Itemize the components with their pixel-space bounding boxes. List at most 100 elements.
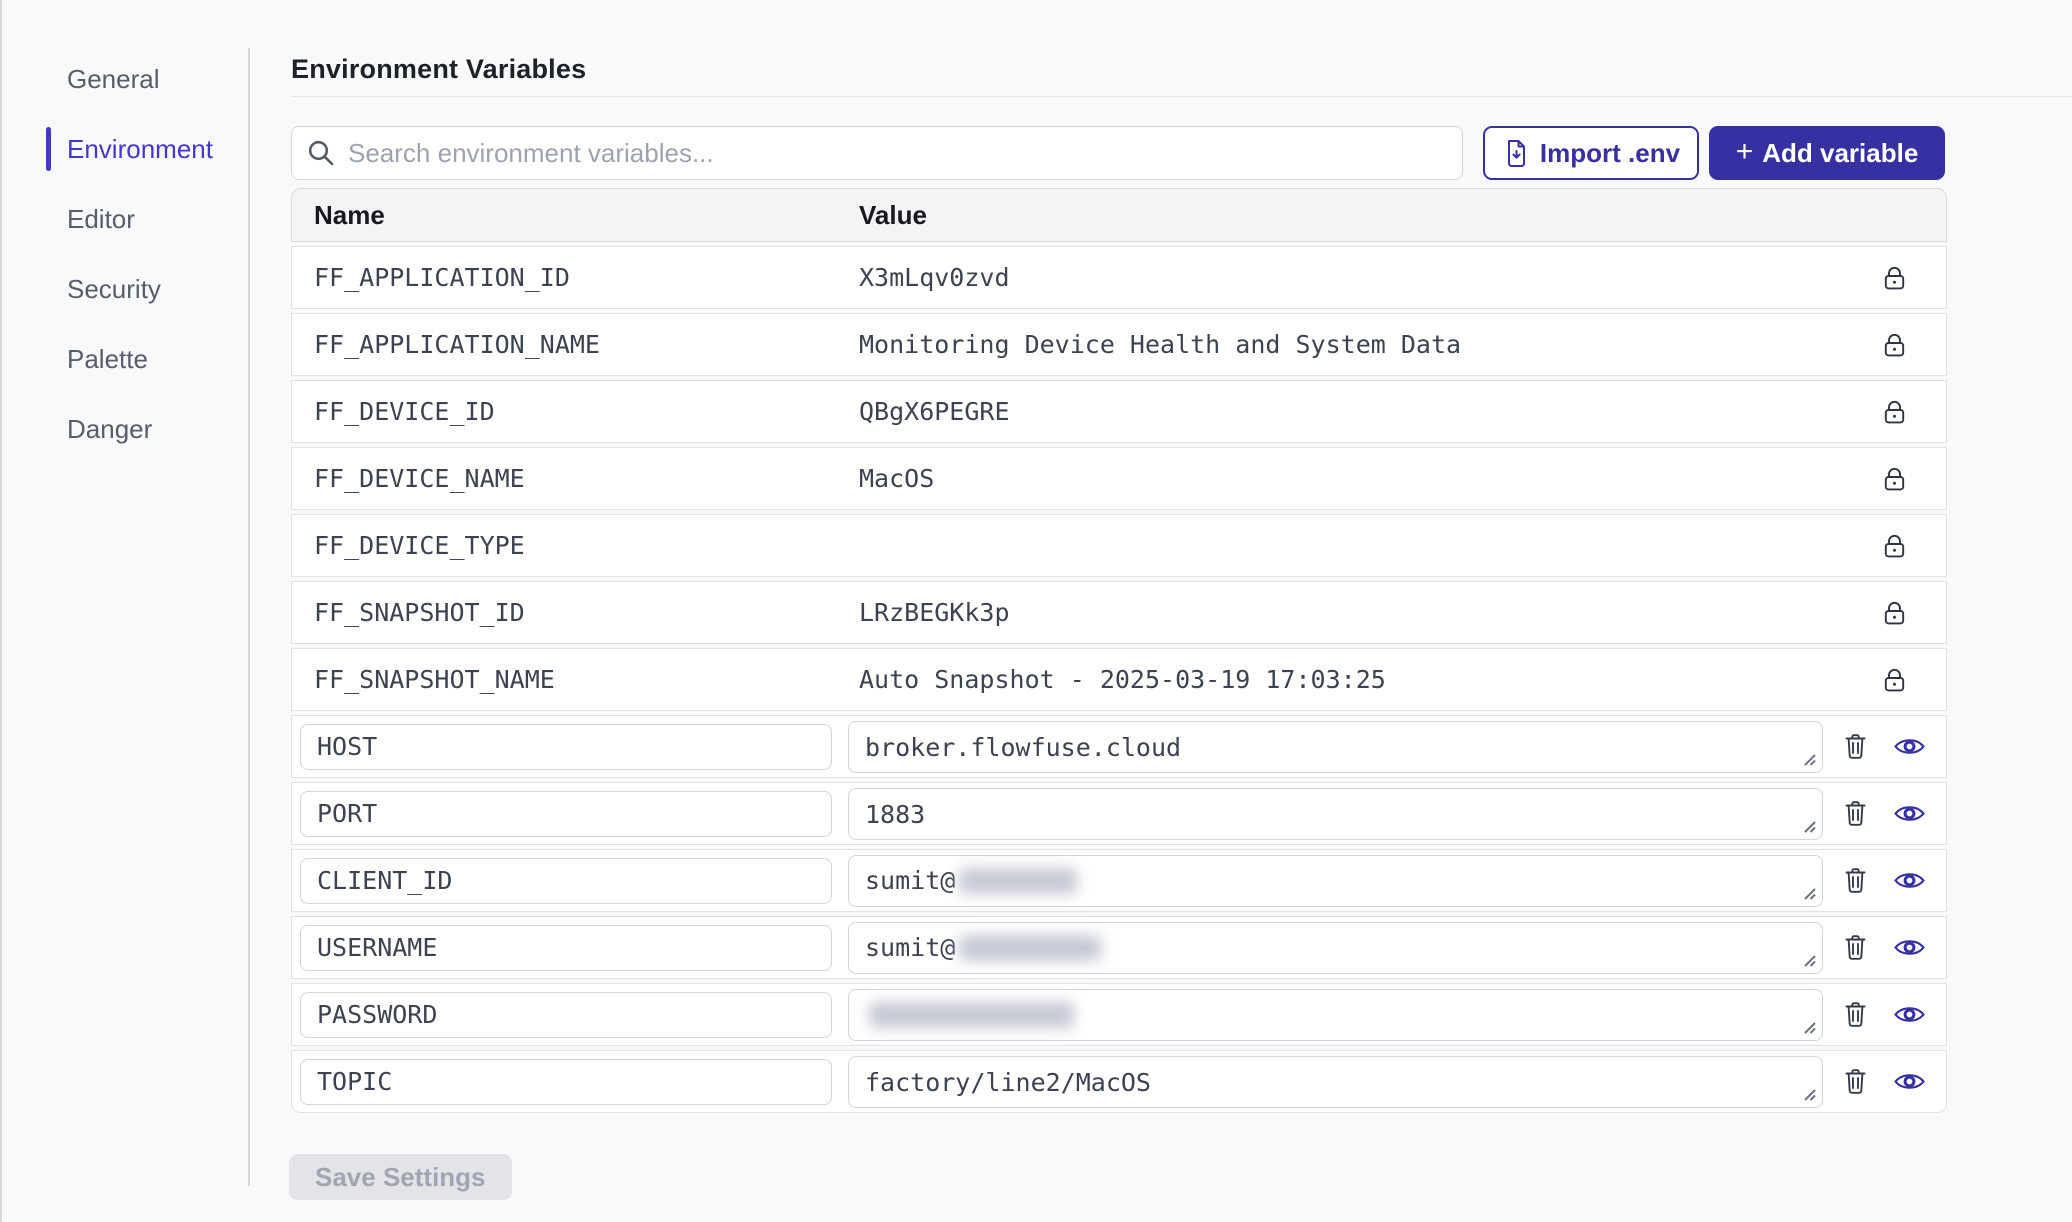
plus-icon: +: [1736, 137, 1754, 167]
env-var-value-input[interactable]: [848, 788, 1823, 840]
sidebar-item-security[interactable]: Security: [46, 254, 246, 324]
column-header-value: Value: [859, 200, 927, 231]
sidebar-item-palette[interactable]: Palette: [46, 324, 246, 394]
import-env-label: Import .env: [1540, 138, 1680, 169]
delete-variable-button[interactable]: [1839, 728, 1872, 765]
env-var-row-editable: [291, 782, 1947, 845]
row-actions: [1823, 728, 1946, 765]
toggle-visibility-button[interactable]: [1889, 999, 1930, 1030]
env-var-value-wrap: sumit@: [848, 922, 1823, 974]
env-var-name-input[interactable]: [300, 1059, 832, 1105]
env-var-value: MacOS: [859, 464, 1842, 493]
resize-handle-icon[interactable]: [1801, 751, 1818, 768]
env-var-row-locked: FF_APPLICATION_NAME Monitoring Device He…: [291, 313, 1947, 376]
sidebar-item-label: Editor: [67, 204, 135, 235]
env-var-row-editable: sumit@: [291, 849, 1947, 912]
env-var-value-input[interactable]: [848, 922, 1823, 974]
env-var-name-input[interactable]: [300, 724, 832, 770]
env-var-value-wrap: [848, 1056, 1823, 1108]
env-var-name-input[interactable]: [300, 992, 832, 1038]
env-var-name: FF_SNAPSHOT_ID: [314, 598, 859, 627]
import-env-button[interactable]: Import .env: [1483, 126, 1699, 180]
page-title: Environment Variables: [291, 54, 586, 85]
lock-icon: [1842, 465, 1946, 493]
env-var-value-input[interactable]: [848, 1056, 1823, 1108]
env-var-name-input[interactable]: [300, 925, 832, 971]
delete-variable-button[interactable]: [1839, 862, 1872, 899]
env-var-name: FF_APPLICATION_ID: [314, 263, 859, 292]
env-var-value-wrap: [848, 721, 1823, 773]
sidebar-item-label: Security: [67, 274, 161, 305]
env-var-value-input[interactable]: [848, 855, 1823, 907]
delete-variable-button[interactable]: [1839, 1063, 1872, 1100]
env-var-name: FF_DEVICE_ID: [314, 397, 859, 426]
sidebar-item-general[interactable]: General: [46, 44, 246, 114]
sidebar-item-editor[interactable]: Editor: [46, 184, 246, 254]
row-actions: [1823, 929, 1946, 966]
table-header-row: Name Value: [291, 188, 1947, 242]
settings-sidebar: General Environment Editor Security Pale…: [46, 44, 246, 464]
env-variables-table: Name Value FF_APPLICATION_ID X3mLqv0zvd …: [291, 188, 1947, 1113]
sidebar-item-label: Environment: [67, 134, 213, 165]
toggle-visibility-button[interactable]: [1889, 932, 1930, 963]
env-var-row-editable: sumit@: [291, 916, 1947, 979]
lock-icon: [1842, 666, 1946, 694]
search-input[interactable]: [348, 138, 1448, 169]
env-toolbar: Import .env + Add variable: [291, 126, 1947, 180]
import-file-icon: [1502, 138, 1529, 169]
resize-handle-icon[interactable]: [1801, 1086, 1818, 1103]
env-var-value: X3mLqv0zvd: [859, 263, 1842, 292]
env-var-row-editable: [291, 1050, 1947, 1113]
row-actions: [1823, 862, 1946, 899]
delete-variable-button[interactable]: [1839, 795, 1872, 832]
env-var-row-locked: FF_DEVICE_TYPE: [291, 514, 1947, 577]
search-icon: [306, 138, 336, 168]
lock-icon: [1842, 398, 1946, 426]
env-var-row-locked: FF_DEVICE_ID QBgX6PEGRE: [291, 380, 1947, 443]
env-var-row-locked: FF_SNAPSHOT_ID LRzBEGKk3p: [291, 581, 1947, 644]
sidebar-divider: [248, 48, 250, 1186]
resize-handle-icon[interactable]: [1801, 885, 1818, 902]
env-var-name: FF_APPLICATION_NAME: [314, 330, 859, 359]
sidebar-item-label: Danger: [67, 414, 152, 445]
device-settings-page: General Environment Editor Security Pale…: [0, 0, 2072, 1222]
row-actions: [1823, 996, 1946, 1033]
toggle-visibility-button[interactable]: [1889, 1066, 1930, 1097]
env-var-value: QBgX6PEGRE: [859, 397, 1842, 426]
env-var-row-editable: [291, 715, 1947, 778]
env-var-name-input[interactable]: [300, 791, 832, 837]
sidebar-item-environment[interactable]: Environment: [46, 114, 246, 184]
sidebar-item-danger[interactable]: Danger: [46, 394, 246, 464]
toggle-visibility-button[interactable]: [1889, 731, 1930, 762]
add-variable-button[interactable]: + Add variable: [1709, 126, 1945, 180]
env-var-value: LRzBEGKk3p: [859, 598, 1842, 627]
sidebar-item-label: General: [67, 64, 160, 95]
env-var-row-locked: FF_DEVICE_NAME MacOS: [291, 447, 1947, 510]
env-var-name-input[interactable]: [300, 858, 832, 904]
env-var-value-input[interactable]: [848, 989, 1823, 1041]
env-var-name: FF_DEVICE_TYPE: [314, 531, 859, 560]
delete-variable-button[interactable]: [1839, 929, 1872, 966]
delete-variable-button[interactable]: [1839, 996, 1872, 1033]
resize-handle-icon[interactable]: [1801, 952, 1818, 969]
resize-handle-icon[interactable]: [1801, 818, 1818, 835]
save-settings-button[interactable]: Save Settings: [289, 1154, 512, 1200]
lock-icon: [1842, 599, 1946, 627]
toggle-visibility-button[interactable]: [1889, 865, 1930, 896]
env-var-name: FF_DEVICE_NAME: [314, 464, 859, 493]
env-var-value: Monitoring Device Health and System Data: [859, 330, 1842, 359]
env-var-value-wrap: [848, 989, 1823, 1041]
resize-handle-icon[interactable]: [1801, 1019, 1818, 1036]
column-header-name: Name: [314, 200, 859, 231]
table-rows: FF_APPLICATION_ID X3mLqv0zvd FF_APPLICAT…: [291, 246, 1947, 1113]
env-var-row-editable: [291, 983, 1947, 1046]
lock-icon: [1842, 532, 1946, 560]
row-actions: [1823, 795, 1946, 832]
active-tab-bar: [46, 127, 51, 171]
row-actions: [1823, 1063, 1946, 1100]
env-var-name: FF_SNAPSHOT_NAME: [314, 665, 859, 694]
toggle-visibility-button[interactable]: [1889, 798, 1930, 829]
search-box: [291, 126, 1463, 180]
env-var-value-wrap: [848, 788, 1823, 840]
env-var-value-input[interactable]: [848, 721, 1823, 773]
